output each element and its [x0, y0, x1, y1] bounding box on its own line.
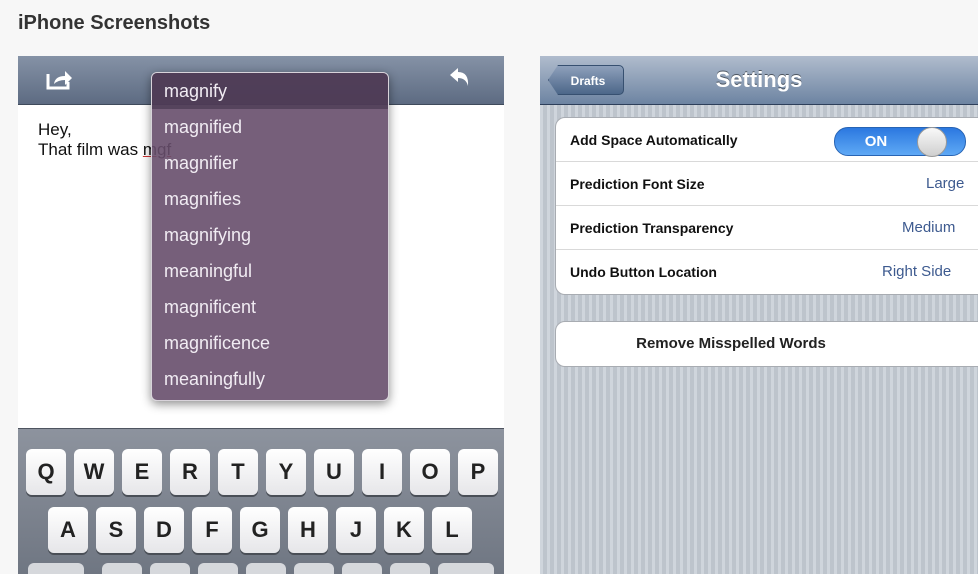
key-partial[interactable] [150, 563, 190, 574]
delete-key[interactable] [438, 563, 494, 574]
suggestion-item[interactable]: meaningfully [152, 361, 388, 397]
share-icon[interactable] [44, 64, 74, 94]
key-partial[interactable] [246, 563, 286, 574]
key-u[interactable]: U [314, 449, 354, 495]
key-g[interactable]: G [240, 507, 280, 553]
settings-screenshot: Settings Drafts Add Space Automatically … [540, 56, 978, 574]
settings-navbar: Settings Drafts [540, 56, 978, 105]
undo-icon[interactable] [444, 64, 474, 94]
drafts-back-button[interactable]: Drafts [548, 65, 624, 95]
key-partial[interactable] [294, 563, 334, 574]
setting-label: Add Space Automatically [570, 132, 738, 148]
settings-group: Add Space Automatically ON Prediction Fo… [555, 117, 978, 295]
suggestion-item[interactable]: magnify [152, 73, 388, 109]
key-f[interactable]: F [192, 507, 232, 553]
key-i[interactable]: I [362, 449, 402, 495]
setting-row-transparency[interactable]: Prediction Transparency Medium [556, 206, 978, 250]
key-a[interactable]: A [48, 507, 88, 553]
key-d[interactable]: D [144, 507, 184, 553]
key-r[interactable]: R [170, 449, 210, 495]
key-l[interactable]: L [432, 507, 472, 553]
key-s[interactable]: S [96, 507, 136, 553]
prediction-popup: magnify magnified magnifier magnifies ma… [151, 72, 389, 401]
setting-row-add-space[interactable]: Add Space Automatically ON [556, 118, 978, 162]
note-line-2-text: That film was [38, 140, 143, 159]
suggestion-item[interactable]: magnified [152, 109, 388, 145]
key-t[interactable]: T [218, 449, 258, 495]
setting-label: Prediction Font Size [570, 176, 705, 192]
toggle-knob [917, 127, 947, 157]
key-h[interactable]: H [288, 507, 328, 553]
key-partial[interactable] [342, 563, 382, 574]
suggestion-item[interactable]: magnifying [152, 217, 388, 253]
suggestion-item[interactable]: magnificent [152, 289, 388, 325]
shift-key[interactable] [28, 563, 84, 574]
key-j[interactable]: J [336, 507, 376, 553]
key-o[interactable]: O [410, 449, 450, 495]
setting-row-font-size[interactable]: Prediction Font Size Large [556, 162, 978, 206]
setting-label: Prediction Transparency [570, 220, 734, 236]
setting-label: Undo Button Location [570, 264, 717, 280]
add-space-toggle[interactable]: ON [834, 127, 966, 157]
suggestion-item[interactable]: meaningful [152, 253, 388, 289]
suggestion-item[interactable]: magnifier [152, 145, 388, 181]
key-y[interactable]: Y [266, 449, 306, 495]
key-q[interactable]: Q [26, 449, 66, 495]
key-partial[interactable] [102, 563, 142, 574]
setting-row-undo-location[interactable]: Undo Button Location Right Side [556, 250, 978, 294]
setting-value: Large [926, 175, 965, 192]
keyboard: Q W E R T Y U I O P A S D F G H J K L [18, 428, 504, 574]
remove-misspelled-label: Remove Misspelled Words [636, 335, 826, 352]
remove-misspelled-button[interactable]: Remove Misspelled Words [555, 321, 978, 367]
key-w[interactable]: W [74, 449, 114, 495]
setting-value: Medium [902, 219, 956, 236]
key-e[interactable]: E [122, 449, 162, 495]
editor-screenshot: Hey, That film was mgf magnify magnified… [18, 56, 504, 574]
suggestion-item[interactable]: magnificence [152, 325, 388, 361]
setting-value: Right Side [882, 263, 952, 280]
section-title: iPhone Screenshots [18, 12, 211, 34]
key-partial[interactable] [198, 563, 238, 574]
suggestion-item[interactable]: magnifies [152, 181, 388, 217]
key-partial[interactable] [390, 563, 430, 574]
key-p[interactable]: P [458, 449, 498, 495]
toggle-state: ON [864, 133, 888, 150]
key-k[interactable]: K [384, 507, 424, 553]
